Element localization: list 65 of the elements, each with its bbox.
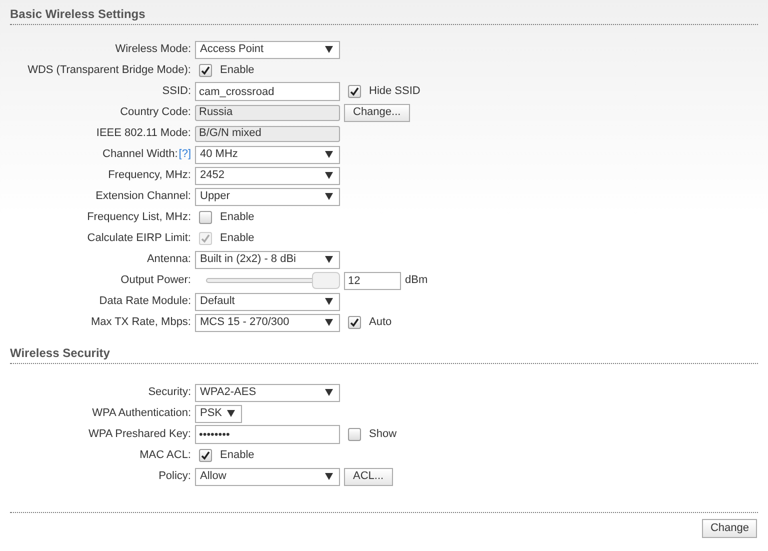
field-label: Wireless Mode: xyxy=(115,42,191,58)
field-label: SSID: xyxy=(162,84,191,100)
slider-thumb[interactable] xyxy=(312,272,340,289)
section-title: Wireless Security xyxy=(10,344,758,364)
checkbox-label: Enable xyxy=(220,231,254,246)
readonly-field: B/G/N mixed xyxy=(195,126,340,142)
checkbox[interactable] xyxy=(199,211,212,224)
checkbox-label: Enable xyxy=(220,210,254,226)
caret-icon xyxy=(325,193,333,200)
field-label: Frequency, MHz: xyxy=(108,168,191,184)
checkbox-label: Enable xyxy=(220,448,254,464)
dropdown[interactable]: WPA2-AES xyxy=(195,384,340,402)
checkbox-label: Auto xyxy=(369,315,392,330)
field-label: Max TX Rate, Mbps: xyxy=(90,315,191,330)
field-label: MAC ACL: xyxy=(140,448,191,464)
field-label: Antenna: xyxy=(146,252,191,268)
caret-icon xyxy=(325,319,333,326)
unit-label: dBm xyxy=(405,273,428,288)
power-field[interactable]: 12 xyxy=(344,272,401,290)
dropdown[interactable]: Default xyxy=(195,292,340,310)
dropdown[interactable]: 40 MHz xyxy=(195,146,340,164)
change-button[interactable]: Change xyxy=(702,519,757,538)
dropdown[interactable]: Access Point xyxy=(195,40,340,58)
caret-icon xyxy=(325,256,333,263)
readonly-field: Russia xyxy=(195,104,340,120)
caret-icon xyxy=(325,473,333,480)
dropdown[interactable]: Upper xyxy=(195,188,340,206)
field-label: IEEE 802.11 Mode: xyxy=(96,126,191,142)
checkbox-label: Show xyxy=(369,427,397,442)
checkbox[interactable] xyxy=(348,428,361,441)
dropdown[interactable]: 2452 xyxy=(195,166,340,184)
help-link[interactable]: [?] xyxy=(178,146,191,163)
text-field[interactable]: •••••••• xyxy=(195,425,340,444)
dropdown[interactable]: Allow xyxy=(195,468,340,486)
dropdown[interactable]: MCS 15 - 270/300 xyxy=(195,314,340,332)
caret-icon xyxy=(325,389,333,396)
caret-icon xyxy=(325,151,333,158)
field-label: Frequency List, MHz: xyxy=(87,210,191,226)
checkbox[interactable] xyxy=(348,316,361,329)
field-label: WPA Authentication: xyxy=(92,406,191,422)
caret-icon xyxy=(325,298,333,305)
checkbox-label: Hide SSID xyxy=(369,84,420,100)
field-label: Security: xyxy=(148,385,191,400)
dropdown[interactable]: PSK xyxy=(195,404,242,422)
checkbox-label: Enable xyxy=(220,63,254,78)
field-label: Extension Channel: xyxy=(96,189,191,204)
checkbox[interactable] xyxy=(348,85,361,98)
field-label: WPA Preshared Key: xyxy=(88,427,191,442)
caret-icon xyxy=(325,46,333,53)
dropdown[interactable]: Built in (2x2) - 8 dBi xyxy=(195,250,340,268)
field-label: Channel Width: xyxy=(102,147,178,162)
text-field[interactable]: cam_crossroad xyxy=(195,82,340,101)
field-label: Country Code: xyxy=(120,105,191,120)
field-label: Output Power: xyxy=(120,273,191,288)
caret-icon xyxy=(325,172,333,179)
checkbox[interactable] xyxy=(199,64,212,77)
field-label: Calculate EIRP Limit: xyxy=(87,231,191,246)
caret-icon xyxy=(227,410,235,417)
action-button[interactable]: ACL... xyxy=(344,468,393,486)
field-label: Data Rate Module: xyxy=(99,294,191,310)
field-label: WDS (Transparent Bridge Mode): xyxy=(28,63,191,78)
checkbox[interactable] xyxy=(199,449,212,462)
action-button[interactable]: Change... xyxy=(344,104,410,122)
section-title: Basic Wireless Settings xyxy=(10,5,758,25)
field-label: Policy: xyxy=(158,469,191,484)
